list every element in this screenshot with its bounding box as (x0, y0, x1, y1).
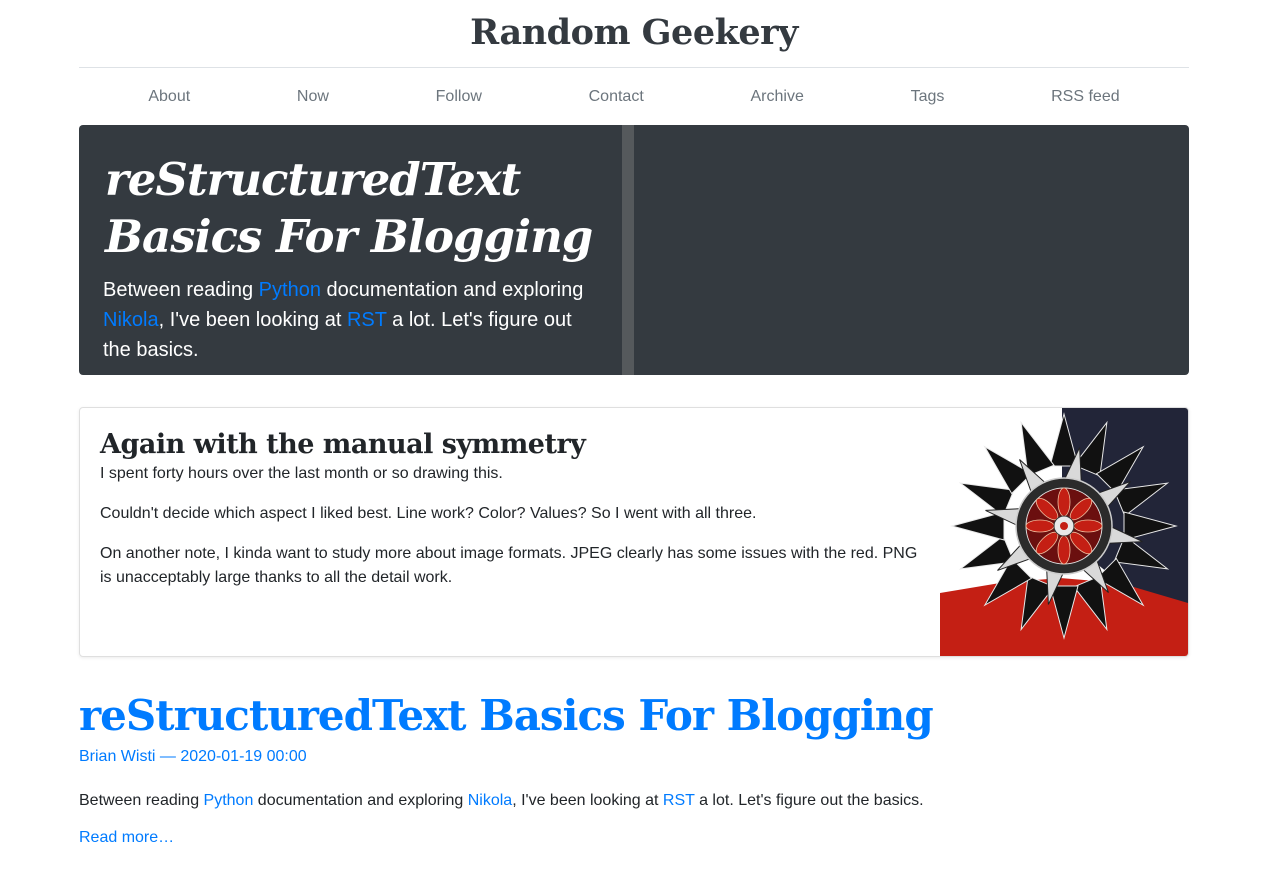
site-title-link[interactable]: Random Geekery (470, 12, 798, 53)
summary-text: documentation and exploring (320, 279, 584, 301)
nav-item-archive[interactable]: Archive (751, 88, 804, 106)
nav-item-tags[interactable]: Tags (911, 88, 945, 106)
post-meta: Brian Wisti — 2020-01-19 00:00 (79, 745, 1189, 769)
card-paragraph: On another note, I kinda want to study m… (100, 545, 918, 586)
card-body: Again with the manual symmetry I spent f… (100, 428, 930, 606)
read-more-link[interactable]: Read more… (79, 829, 174, 846)
card-paragraph: Couldn't decide which aspect I liked bes… (100, 505, 757, 522)
nikola-link[interactable]: Nikola (103, 309, 159, 331)
post-summary: Between reading Python documentation and… (79, 789, 1189, 813)
featured-content: reStructuredText Basics For Blogging Bet… (79, 125, 622, 365)
featured-title: reStructuredText Basics For Blogging (105, 153, 593, 263)
nav-item-contact[interactable]: Contact (589, 88, 644, 106)
rst-link[interactable]: RST (347, 309, 387, 331)
summary-text: , I've been looking at (512, 792, 663, 809)
nav-item-now[interactable]: Now (297, 88, 329, 106)
post-date-link[interactable]: 2020-01-19 00:00 (180, 748, 306, 765)
main-nav: About Now Follow Contact Archive Tags RS… (79, 68, 1189, 125)
page-container: Random Geekery About Now Follow Contact … (79, 0, 1189, 847)
featured-card: Again with the manual symmetry I spent f… (79, 407, 1189, 657)
summary-text: documentation and exploring (253, 792, 468, 809)
mandala-artwork-image[interactable] (940, 408, 1188, 656)
nav-item-rss-feed[interactable]: RSS feed (1051, 88, 1119, 106)
nav-item-about[interactable]: About (148, 88, 190, 106)
meta-separator: — (155, 748, 181, 765)
python-link[interactable]: Python (204, 792, 254, 809)
post-author-link[interactable]: Brian Wisti (79, 748, 155, 765)
rst-link[interactable]: RST (663, 792, 695, 809)
nikola-link[interactable]: Nikola (468, 792, 512, 809)
nav-item-follow[interactable]: Follow (436, 88, 482, 106)
summary-text: a lot. Let's figure out the basics. (694, 792, 924, 809)
post-title-link[interactable]: reStructuredText Basics For Blogging (79, 691, 934, 740)
post-title: reStructuredText Basics For Blogging (79, 689, 1189, 743)
card-title[interactable]: Again with the manual symmetry (100, 428, 930, 462)
card-paragraph: I spent forty hours over the last month … (100, 465, 503, 482)
featured-jumbotron: reStructuredText Basics For Blogging Bet… (79, 125, 1189, 375)
site-header: Random Geekery (79, 0, 1189, 68)
summary-text: Between reading (103, 279, 259, 301)
post-preview: reStructuredText Basics For Blogging Bri… (79, 689, 1189, 847)
jumbotron-divider (622, 125, 634, 375)
summary-text: , I've been looking at (158, 309, 347, 331)
summary-text: Between reading (79, 792, 204, 809)
featured-summary: Between reading Python documentation and… (103, 275, 598, 365)
python-link[interactable]: Python (259, 279, 321, 301)
